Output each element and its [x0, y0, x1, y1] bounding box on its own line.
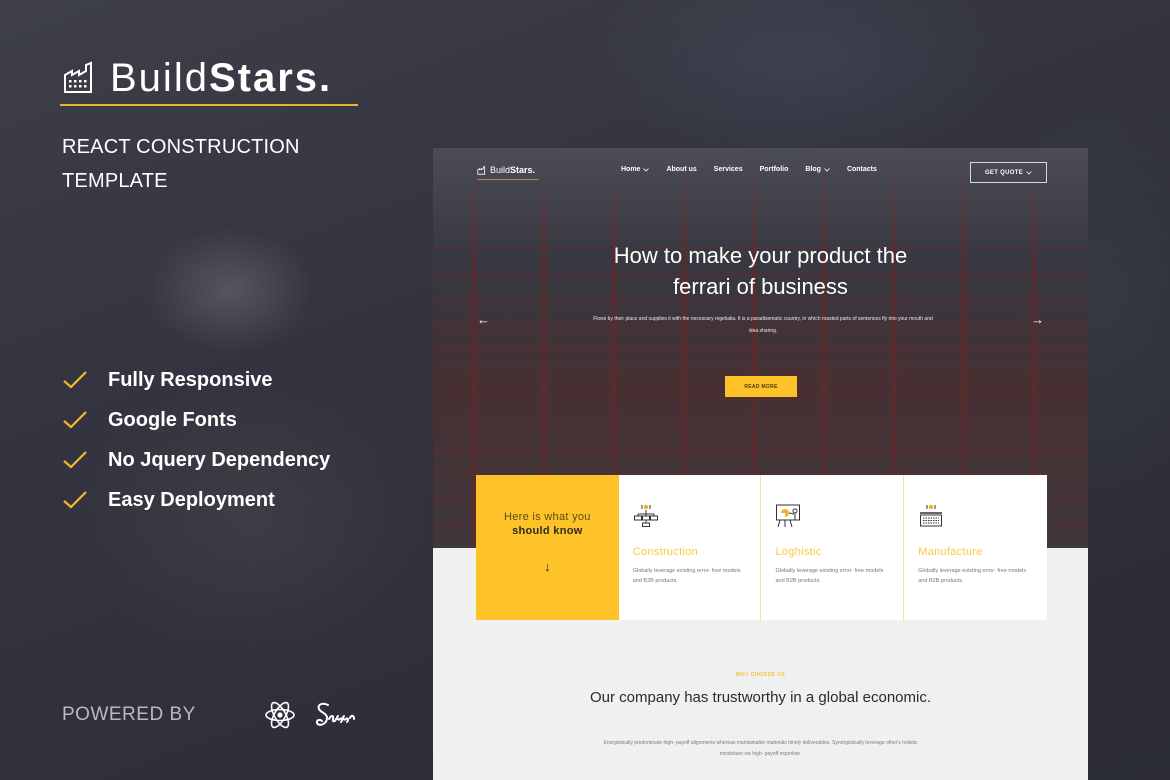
preview-logo-light: Build — [490, 165, 511, 175]
tagline: REACT CONSTRUCTION TEMPLATE — [62, 136, 300, 192]
factory-icon — [477, 165, 486, 175]
intro-card: Here is what you should know ↓ — [476, 475, 619, 620]
check-icon — [63, 411, 87, 429]
brand-logo: BuildStars. — [62, 58, 332, 98]
service-card-logistic[interactable]: Loghistic Globally leverage existing err… — [761, 475, 905, 620]
preview-logo-underline — [477, 179, 539, 180]
factory-icon — [64, 61, 92, 93]
nav-link-portfolio[interactable]: Portfolio — [760, 166, 789, 173]
feature-item: Easy Deployment — [62, 480, 330, 520]
why-choose-us-eyebrow: WHY CHOOSE US — [735, 672, 786, 678]
get-quote-button[interactable]: GET QUOTE — [970, 162, 1047, 183]
chevron-down-icon — [1026, 170, 1032, 175]
service-card-title: Loghistic — [775, 546, 822, 558]
preview-nav-links: Home About us Services Portfolio Blog Co… — [621, 166, 877, 173]
service-card-title: Manufacture — [918, 546, 983, 558]
service-cards: Here is what you should know ↓ Construct… — [476, 475, 1047, 620]
arrow-down-icon[interactable]: ↓ — [544, 559, 551, 574]
keyboard-icon — [920, 504, 943, 527]
nav-link-about[interactable]: About us — [666, 166, 696, 173]
read-more-button[interactable]: READ MORE — [725, 376, 797, 397]
flowchart-icon — [633, 504, 658, 527]
hero-title-line-1: How to make your product the — [613, 243, 908, 268]
nav-link-contacts[interactable]: Contacts — [847, 166, 877, 173]
presentation-board-icon — [776, 504, 801, 528]
hero-title-line-2: ferrari of business — [673, 274, 848, 299]
service-card-description: Globally leverage existing error- free m… — [918, 568, 1027, 584]
slider-prev-arrow-icon[interactable]: ← — [477, 312, 490, 327]
nav-link-home[interactable]: Home — [621, 166, 650, 173]
check-icon — [63, 371, 87, 389]
get-quote-label: GET QUOTE — [984, 169, 1024, 176]
brand-name-light: Build — [110, 56, 209, 100]
chevron-down-icon — [643, 167, 650, 172]
feature-label: Google Fonts — [108, 408, 237, 431]
intro-card-line-1: Here is what you — [503, 511, 591, 523]
chevron-down-icon — [824, 167, 830, 172]
service-card-manufacture[interactable]: Manufacture Globally leverage existing e… — [904, 475, 1047, 620]
brand-name-bold: Stars. — [208, 56, 333, 100]
feature-label: No Jquery Dependency — [108, 448, 331, 471]
feature-list: Fully Responsive Google Fonts No Jquery … — [62, 360, 330, 520]
sass-icon — [315, 702, 355, 726]
slider-next-arrow-icon[interactable]: → — [1031, 312, 1044, 327]
feature-label: Fully Responsive — [108, 368, 273, 391]
template-preview: BuildStars. Home About us Services Portf… — [433, 148, 1088, 780]
feature-item: Google Fonts — [62, 400, 330, 440]
why-choose-us-body: Energistically predominate high- payoff … — [603, 740, 918, 757]
intro-card-line-2: should know — [512, 525, 583, 537]
brand-underline — [60, 104, 358, 106]
nav-link-blog[interactable]: Blog — [805, 166, 830, 173]
feature-label: Easy Deployment — [108, 488, 275, 511]
hero-title: How to make your product the ferrari of … — [433, 240, 1088, 302]
preview-logo[interactable]: BuildStars. — [477, 165, 535, 175]
service-card-description: Globally leverage existing error- free m… — [632, 568, 741, 584]
service-card-title: Construction — [632, 546, 699, 558]
nav-link-services[interactable]: Services — [714, 166, 743, 173]
react-icon — [265, 701, 295, 729]
preview-logo-bold: Stars. — [510, 165, 536, 175]
tech-icons — [264, 698, 356, 732]
nav-link-label: Blog — [805, 166, 821, 173]
powered-by-label: POWERED BY — [62, 704, 196, 725]
service-card-construction[interactable]: Construction Globally leverage existing … — [619, 475, 762, 620]
feature-item: No Jquery Dependency — [62, 440, 330, 480]
nav-link-label: Home — [621, 166, 641, 173]
service-card-description: Globally leverage existing error- free m… — [775, 568, 884, 584]
why-choose-us-title: Our company has trustworthy in a global … — [590, 689, 931, 706]
brand-name: BuildStars. — [110, 58, 332, 98]
hero-description: Flows by their place and supplies it wit… — [593, 316, 933, 334]
check-icon — [63, 451, 87, 469]
feature-item: Fully Responsive — [62, 360, 330, 400]
preview-navbar: BuildStars. Home About us Services Portf… — [433, 148, 1088, 196]
check-icon — [63, 491, 87, 509]
